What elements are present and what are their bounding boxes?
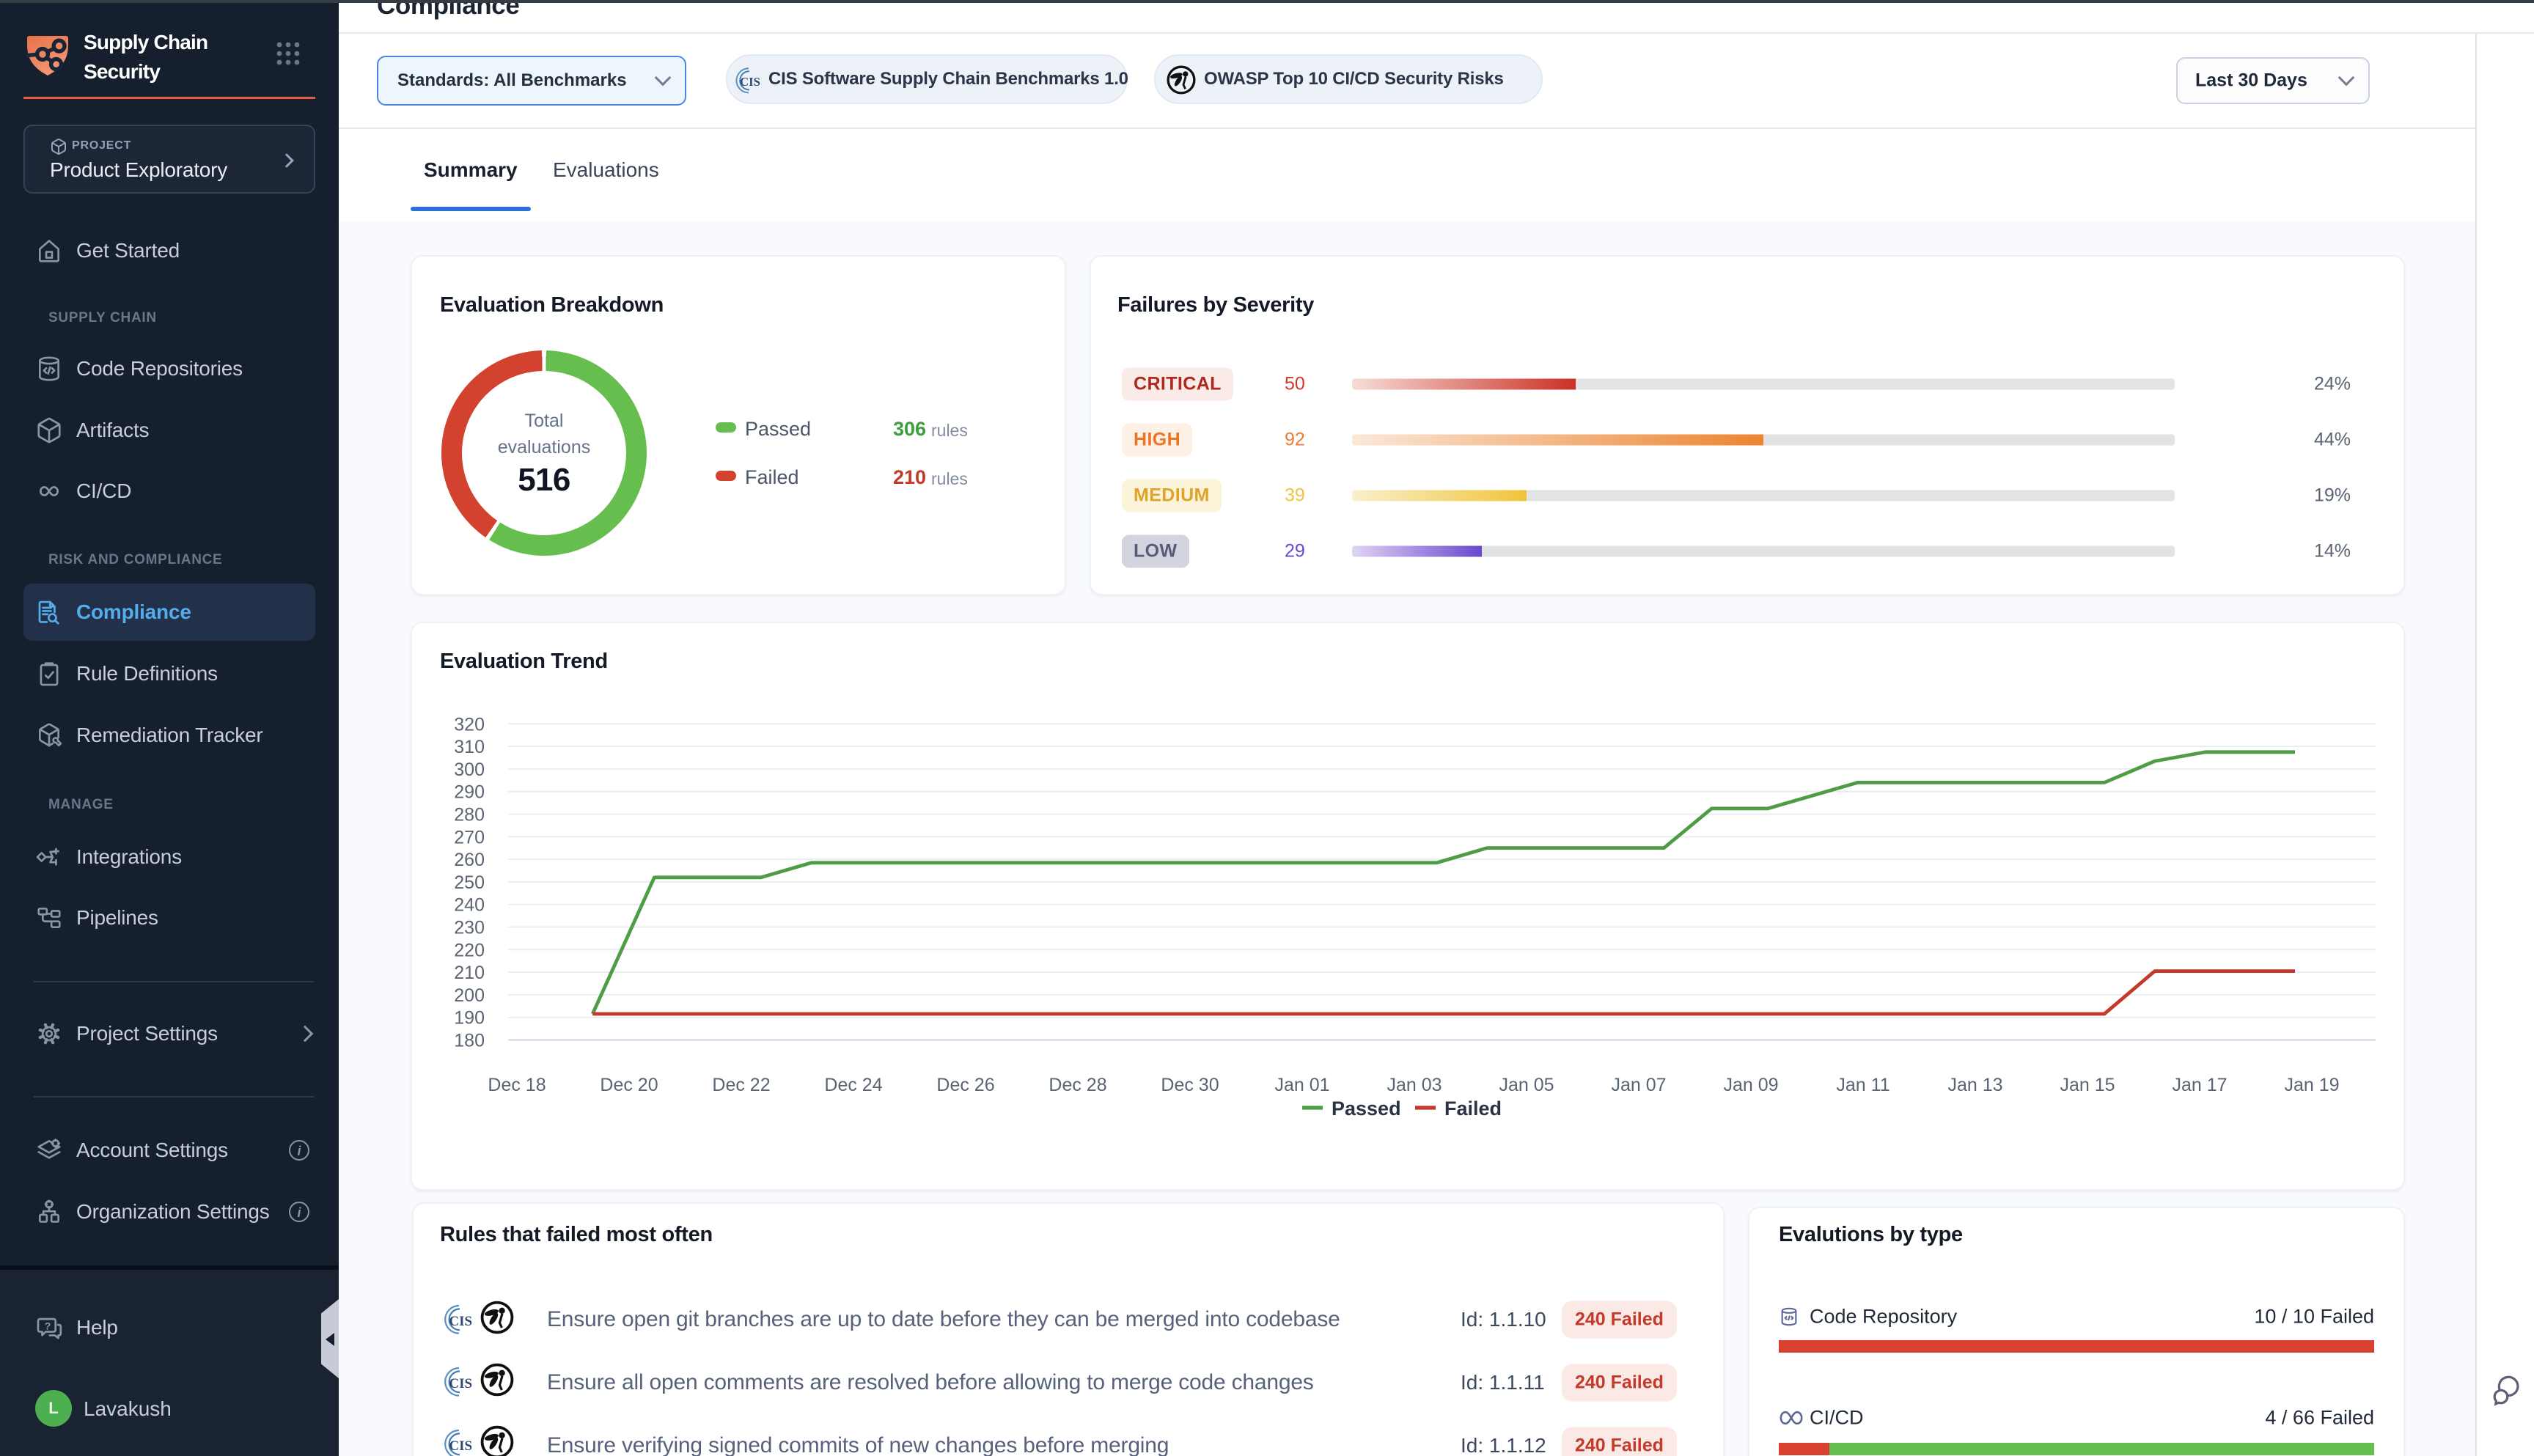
- svg-text:250: 250: [454, 872, 485, 893]
- svg-text:Jan 07: Jan 07: [1611, 1075, 1666, 1095]
- svg-text:260: 260: [454, 850, 485, 870]
- svg-text:190: 190: [454, 1008, 485, 1029]
- svg-text:Jan 05: Jan 05: [1499, 1075, 1554, 1095]
- svg-text:CIS: CIS: [740, 75, 760, 89]
- svg-text:Dec 24: Dec 24: [824, 1075, 882, 1095]
- svg-text:Dec 28: Dec 28: [1049, 1075, 1106, 1095]
- svg-text:Passed: Passed: [1332, 1097, 1401, 1119]
- svg-text:270: 270: [454, 827, 485, 848]
- svg-text:Dec 30: Dec 30: [1161, 1075, 1219, 1095]
- svg-text:Jan 03: Jan 03: [1387, 1075, 1442, 1095]
- svg-text:CIS: CIS: [449, 1438, 472, 1454]
- svg-text:300: 300: [454, 760, 485, 780]
- svg-text:Dec 20: Dec 20: [600, 1075, 658, 1095]
- svg-text:Jan 01: Jan 01: [1274, 1075, 1329, 1095]
- svg-text:220: 220: [454, 940, 485, 960]
- svg-text:Dec 22: Dec 22: [712, 1075, 770, 1095]
- svg-text:Dec 26: Dec 26: [936, 1075, 994, 1095]
- svg-text:210: 210: [454, 963, 485, 983]
- svg-text:Jan 15: Jan 15: [2060, 1075, 2115, 1095]
- svg-text:Jan 13: Jan 13: [1947, 1075, 2002, 1095]
- svg-text:Dec 18: Dec 18: [488, 1075, 546, 1095]
- svg-text:290: 290: [454, 782, 485, 803]
- svg-text:CIS: CIS: [449, 1376, 472, 1391]
- svg-text:320: 320: [454, 714, 485, 735]
- svg-text:280: 280: [454, 805, 485, 826]
- svg-text:230: 230: [454, 918, 485, 938]
- svg-text:180: 180: [454, 1031, 485, 1051]
- svg-text:Jan 19: Jan 19: [2284, 1075, 2339, 1095]
- svg-text:310: 310: [454, 737, 485, 757]
- svg-text:CIS: CIS: [449, 1314, 472, 1329]
- svg-text:Jan 17: Jan 17: [2172, 1075, 2227, 1095]
- svg-text:Jan 09: Jan 09: [1723, 1075, 1778, 1095]
- svg-text:Failed: Failed: [1444, 1097, 1502, 1119]
- svg-text:240: 240: [454, 895, 485, 916]
- svg-text:?: ?: [45, 1320, 51, 1332]
- svg-text:Jan 11: Jan 11: [1836, 1075, 1890, 1095]
- svg-text:200: 200: [454, 985, 485, 1006]
